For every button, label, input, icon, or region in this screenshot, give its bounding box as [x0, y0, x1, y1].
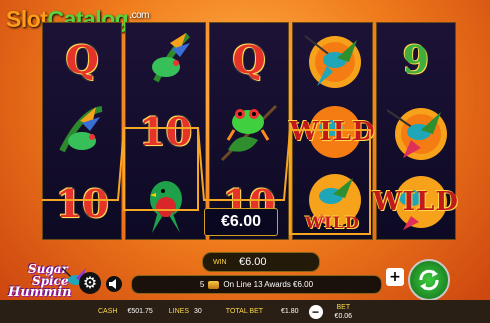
win-value: €6.00 — [239, 256, 267, 268]
gear-icon: ⚙ — [82, 273, 98, 292]
line-award-text: On Line 13 Awards €6.00 — [223, 280, 314, 289]
win-amount-popup: €6.00 — [204, 208, 278, 236]
win-display: WIN €6.00 — [202, 252, 320, 272]
sound-button[interactable] — [106, 276, 122, 292]
cash-value: €501.75 — [127, 308, 153, 315]
lines-value: 30 — [194, 308, 202, 315]
lines-label: LINES — [168, 308, 189, 315]
bet-value: €0.06 — [334, 312, 353, 320]
total-bet-value: €1.80 — [281, 308, 299, 315]
spin-arrows-icon — [419, 269, 439, 291]
win-label: WIN — [213, 258, 227, 266]
spin-button[interactable] — [408, 259, 450, 301]
game-logo: Sugar Spice Hummin — [2, 262, 88, 302]
line-win-message: 5 On Line 13 Awards €6.00 — [131, 275, 382, 294]
plus-button[interactable]: + — [386, 268, 404, 286]
plus-icon: + — [389, 269, 401, 285]
symbol-count: 5 — [199, 280, 205, 289]
bet-display: BET €0.06 — [335, 303, 353, 321]
settings-button[interactable]: ⚙ — [79, 272, 101, 294]
minus-icon: − — [312, 304, 320, 319]
speaker-icon — [109, 279, 116, 289]
total-bet-label: TOTAL BET — [225, 308, 264, 315]
cash-label: CASH — [98, 308, 118, 315]
bottom-status-bar: CASH €501.75 LINES 30 TOTAL BET €1.80 − … — [0, 300, 490, 323]
symbol-10-icon — [208, 280, 220, 289]
minus-button[interactable]: − — [308, 304, 323, 319]
bet-label: BET — [336, 303, 351, 311]
